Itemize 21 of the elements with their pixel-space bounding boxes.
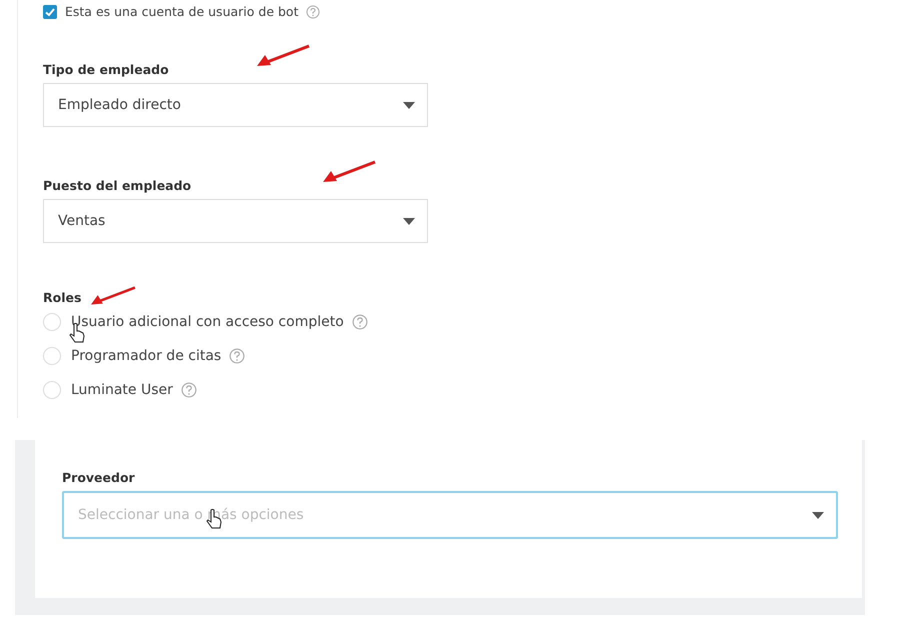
caret-icon — [403, 218, 415, 224]
checkbox[interactable] — [43, 4, 57, 18]
help-icon[interactable] — [352, 314, 368, 330]
caret-icon — [403, 102, 415, 108]
help-icon[interactable] — [306, 4, 320, 18]
dropdown[interactable]: Ventas — [43, 199, 428, 243]
checkbox-label: Esta es una cuenta de usuario de bot — [65, 4, 298, 19]
field-label: Proveedor — [62, 470, 136, 485]
help-icon[interactable] — [180, 382, 197, 398]
radio-button[interactable] — [43, 381, 61, 399]
field-label: Tipo de empleado — [43, 62, 169, 77]
radio-button[interactable] — [43, 313, 61, 331]
radio-label: Usuario adicional con acceso completo — [71, 314, 344, 330]
caret-icon — [812, 512, 824, 518]
field-label: Puesto del empleado — [43, 178, 192, 193]
help-icon[interactable] — [229, 348, 246, 364]
dropdown[interactable]: Empleado directo — [43, 83, 428, 127]
radio-label: Programador de citas — [71, 348, 222, 364]
radio-label: Luminate User — [71, 382, 173, 398]
radio-button[interactable] — [43, 347, 61, 365]
field-label: Roles — [43, 290, 82, 305]
